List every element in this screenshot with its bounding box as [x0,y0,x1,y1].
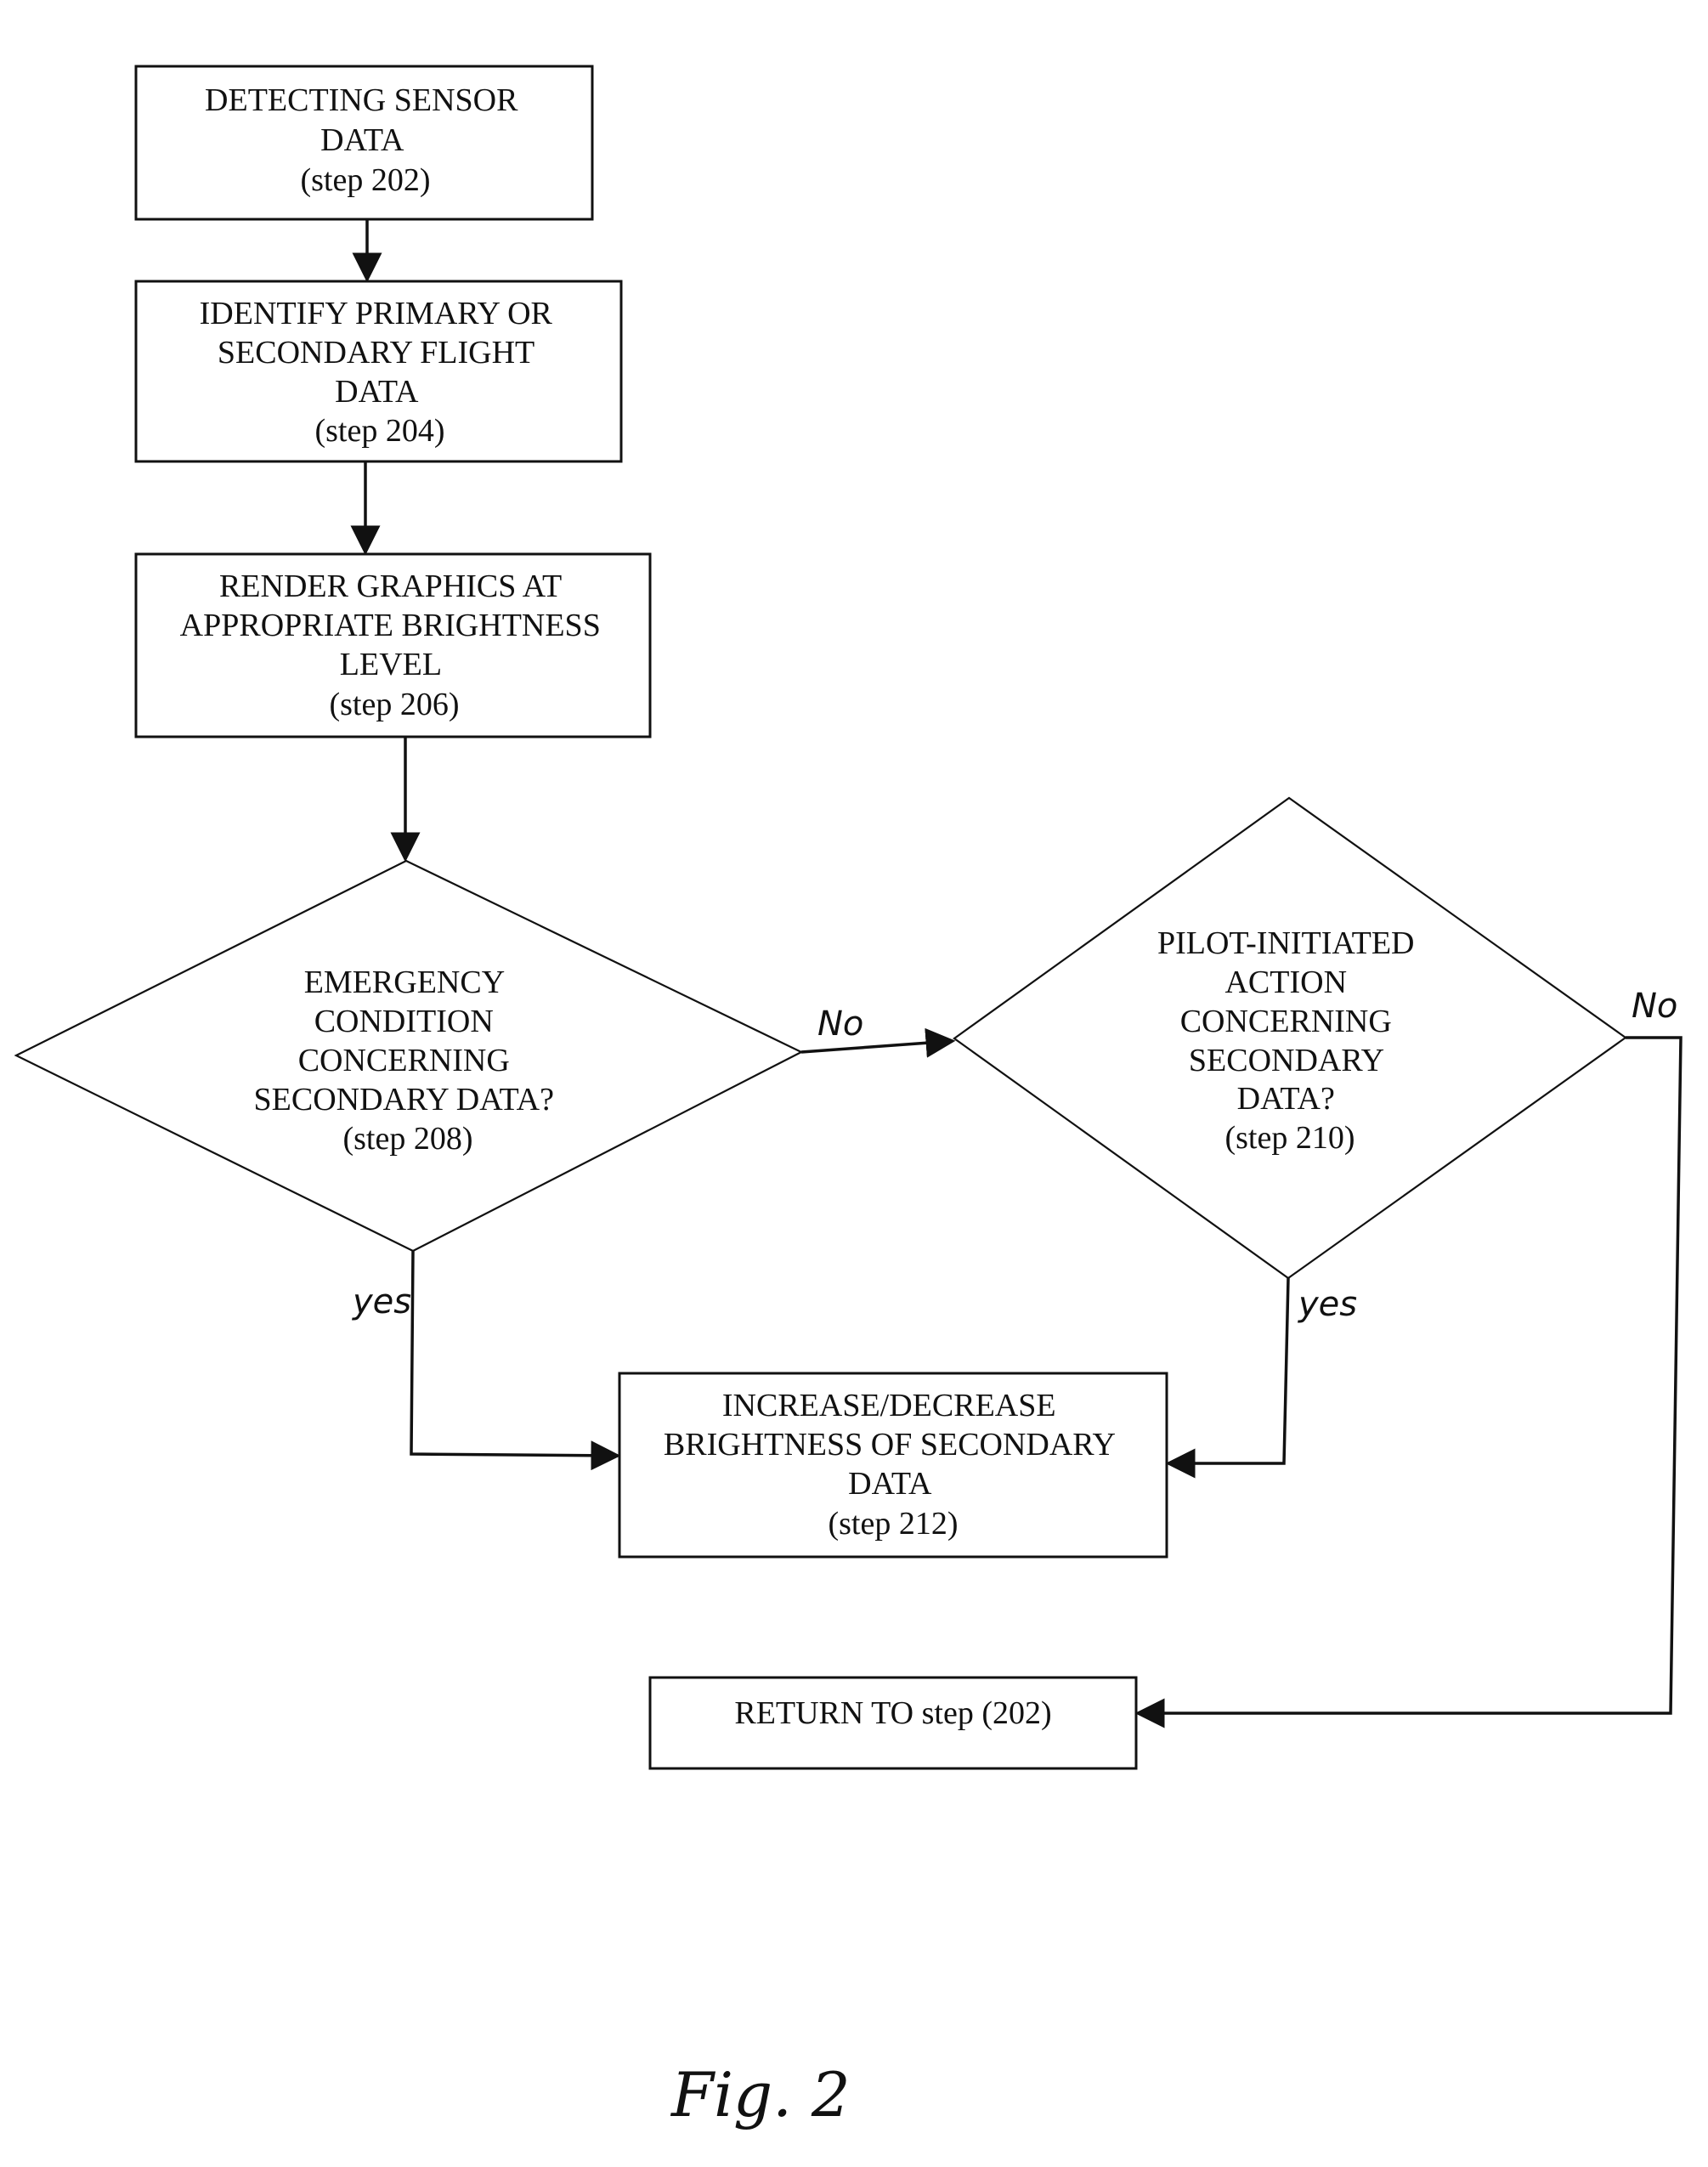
edge-label-208-yes: yes [352,1282,411,1321]
arrow-208-yes-to-212 [410,1250,621,1471]
arrow-210-yes-to-212 [1165,1277,1290,1479]
return-text: RETURN TO step (202) [734,1695,1051,1731]
flowchart: DETECTING SENSOR DATA (step 202) IDENTIF… [14,65,1683,2130]
edge-label-210-no: No [1632,987,1677,1026]
figure-label: Fig. 2 [670,2059,851,2130]
edge-label-210-yes: yes [1298,1285,1357,1324]
edge-label-208-no: No [817,1004,863,1044]
